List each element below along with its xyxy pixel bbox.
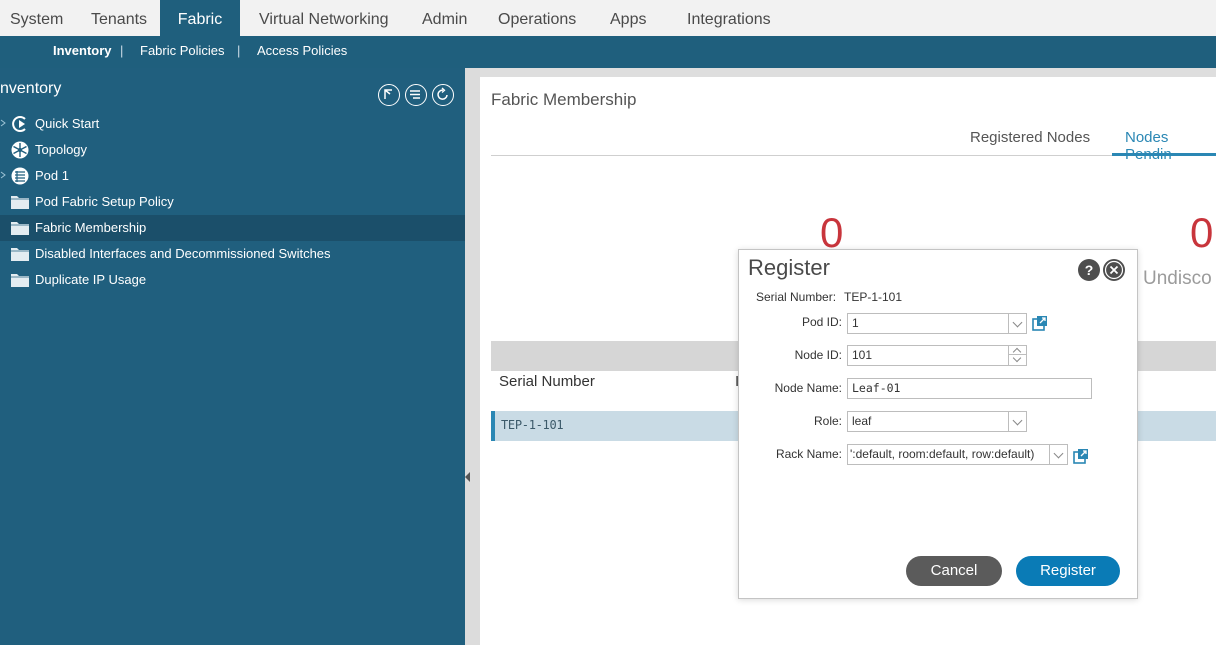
tree-item-pod-1[interactable]: Pod 1 xyxy=(0,163,465,189)
register-button[interactable]: Register xyxy=(1016,556,1120,586)
chevron-right-icon[interactable] xyxy=(0,119,6,127)
list-icon[interactable] xyxy=(405,84,427,106)
sub-nav: Inventory | Fabric Policies | Access Pol… xyxy=(0,36,1216,68)
cell-serial-number: TEP-1-101 xyxy=(501,418,564,432)
collapse-handle-icon[interactable] xyxy=(465,472,470,482)
external-link-icon[interactable] xyxy=(1073,448,1089,464)
tab-integrations[interactable]: Integrations xyxy=(687,0,771,36)
pod-id-value: 1 xyxy=(852,316,859,330)
tree-item-label: Topology xyxy=(35,142,88,157)
sidebar: nventory Quick Start Topology Pod 1 Pod … xyxy=(0,68,465,645)
tree-item-label: Disabled Interfaces and Decommissioned S… xyxy=(35,246,331,261)
node-name-input[interactable]: Leaf-01 xyxy=(847,378,1092,399)
top-nav: System Tenants Fabric Virtual Networking… xyxy=(0,0,1216,36)
pod-id-select[interactable]: 1 xyxy=(847,313,1027,334)
quick-start-icon xyxy=(12,116,26,132)
folder-icon xyxy=(11,222,29,235)
node-id-value: 101 xyxy=(852,348,873,362)
tree-item-disabled-interfaces[interactable]: Disabled Interfaces and Decommissioned S… xyxy=(0,241,465,267)
stat-count: 0 xyxy=(1190,209,1214,256)
tree-item-label: Fabric Membership xyxy=(35,220,147,235)
rack-name-label: Rack Name: xyxy=(775,447,842,461)
stat-label: Undisco xyxy=(1143,268,1212,289)
role-select[interactable]: leaf xyxy=(847,411,1027,432)
node-name-label: Node Name: xyxy=(774,381,842,395)
decrement-icon[interactable] xyxy=(1009,355,1026,364)
subnav-fabric-policies[interactable]: Fabric Policies xyxy=(140,36,225,65)
external-link-icon[interactable] xyxy=(1032,315,1048,331)
subnav-inventory[interactable]: Inventory xyxy=(53,36,112,65)
help-icon[interactable]: ? xyxy=(1078,259,1100,281)
tree-item-quick-start[interactable]: Quick Start xyxy=(0,111,465,137)
tree-item-duplicate-ip-usage[interactable]: Duplicate IP Usage xyxy=(0,267,465,293)
sidebar-title: nventory xyxy=(0,80,62,97)
tab-divider xyxy=(491,155,1216,156)
folder-icon xyxy=(11,274,29,287)
refresh-icon[interactable] xyxy=(432,84,454,106)
tree-item-label: Pod Fabric Setup Policy xyxy=(35,194,174,209)
dialog-title: Register xyxy=(748,255,830,280)
folder-icon xyxy=(11,196,29,209)
active-tab-indicator xyxy=(1112,153,1216,156)
chevron-right-icon[interactable] xyxy=(0,171,6,179)
rack-name-value: ':default, room:default, row:default) xyxy=(850,447,1035,461)
cancel-button[interactable]: Cancel xyxy=(906,556,1002,586)
tag-icon[interactable] xyxy=(378,84,400,106)
subnav-access-policies[interactable]: Access Policies xyxy=(257,36,347,65)
pod-id-label: Pod ID: xyxy=(801,315,842,329)
chevron-down-icon[interactable] xyxy=(1008,314,1026,333)
chevron-down-icon[interactable] xyxy=(1049,445,1067,464)
pod-icon xyxy=(11,167,29,185)
role-label: Role: xyxy=(813,414,842,428)
column-header-serial-number[interactable]: Serial Number xyxy=(499,373,595,390)
chevron-down-icon[interactable] xyxy=(1008,412,1026,431)
role-value: leaf xyxy=(852,414,872,428)
tree-item-label: Pod 1 xyxy=(35,168,69,183)
serial-number-value: TEP-1-101 xyxy=(844,290,903,304)
tab-admin[interactable]: Admin xyxy=(422,0,467,36)
tab-apps[interactable]: Apps xyxy=(610,0,646,36)
subnav-separator: | xyxy=(237,43,241,58)
tree-item-topology[interactable]: Topology xyxy=(0,137,465,163)
tree-item-label: Quick Start xyxy=(35,116,100,131)
page-title: Fabric Membership xyxy=(491,90,637,109)
tab-tenants[interactable]: Tenants xyxy=(91,0,147,36)
subnav-separator: | xyxy=(120,43,124,58)
tab-registered-nodes[interactable]: Registered Nodes xyxy=(970,129,1090,146)
serial-number-label: Serial Number: xyxy=(756,290,837,304)
close-icon[interactable] xyxy=(1103,259,1125,281)
node-id-stepper[interactable]: 101 xyxy=(847,345,1027,366)
panel-splitter[interactable] xyxy=(465,68,480,645)
tree-item-fabric-membership[interactable]: Fabric Membership xyxy=(0,215,465,241)
tab-operations[interactable]: Operations xyxy=(498,0,576,36)
tab-system[interactable]: System xyxy=(10,0,63,36)
register-dialog: Register ? Serial Number: TEP-1-101 Pod … xyxy=(738,249,1138,599)
tab-virtual-networking[interactable]: Virtual Networking xyxy=(259,0,389,36)
tree-item-pod-fabric-setup-policy[interactable]: Pod Fabric Setup Policy xyxy=(0,189,465,215)
rack-name-select[interactable]: ':default, room:default, row:default) xyxy=(847,444,1068,465)
topology-icon xyxy=(11,141,29,159)
tab-fabric[interactable]: Fabric xyxy=(160,0,240,36)
node-id-label: Node ID: xyxy=(794,348,842,362)
folder-icon xyxy=(11,248,29,261)
tree-item-label: Duplicate IP Usage xyxy=(35,272,147,287)
tab-nodes-pending[interactable]: Nodes Pendin xyxy=(1125,129,1216,163)
